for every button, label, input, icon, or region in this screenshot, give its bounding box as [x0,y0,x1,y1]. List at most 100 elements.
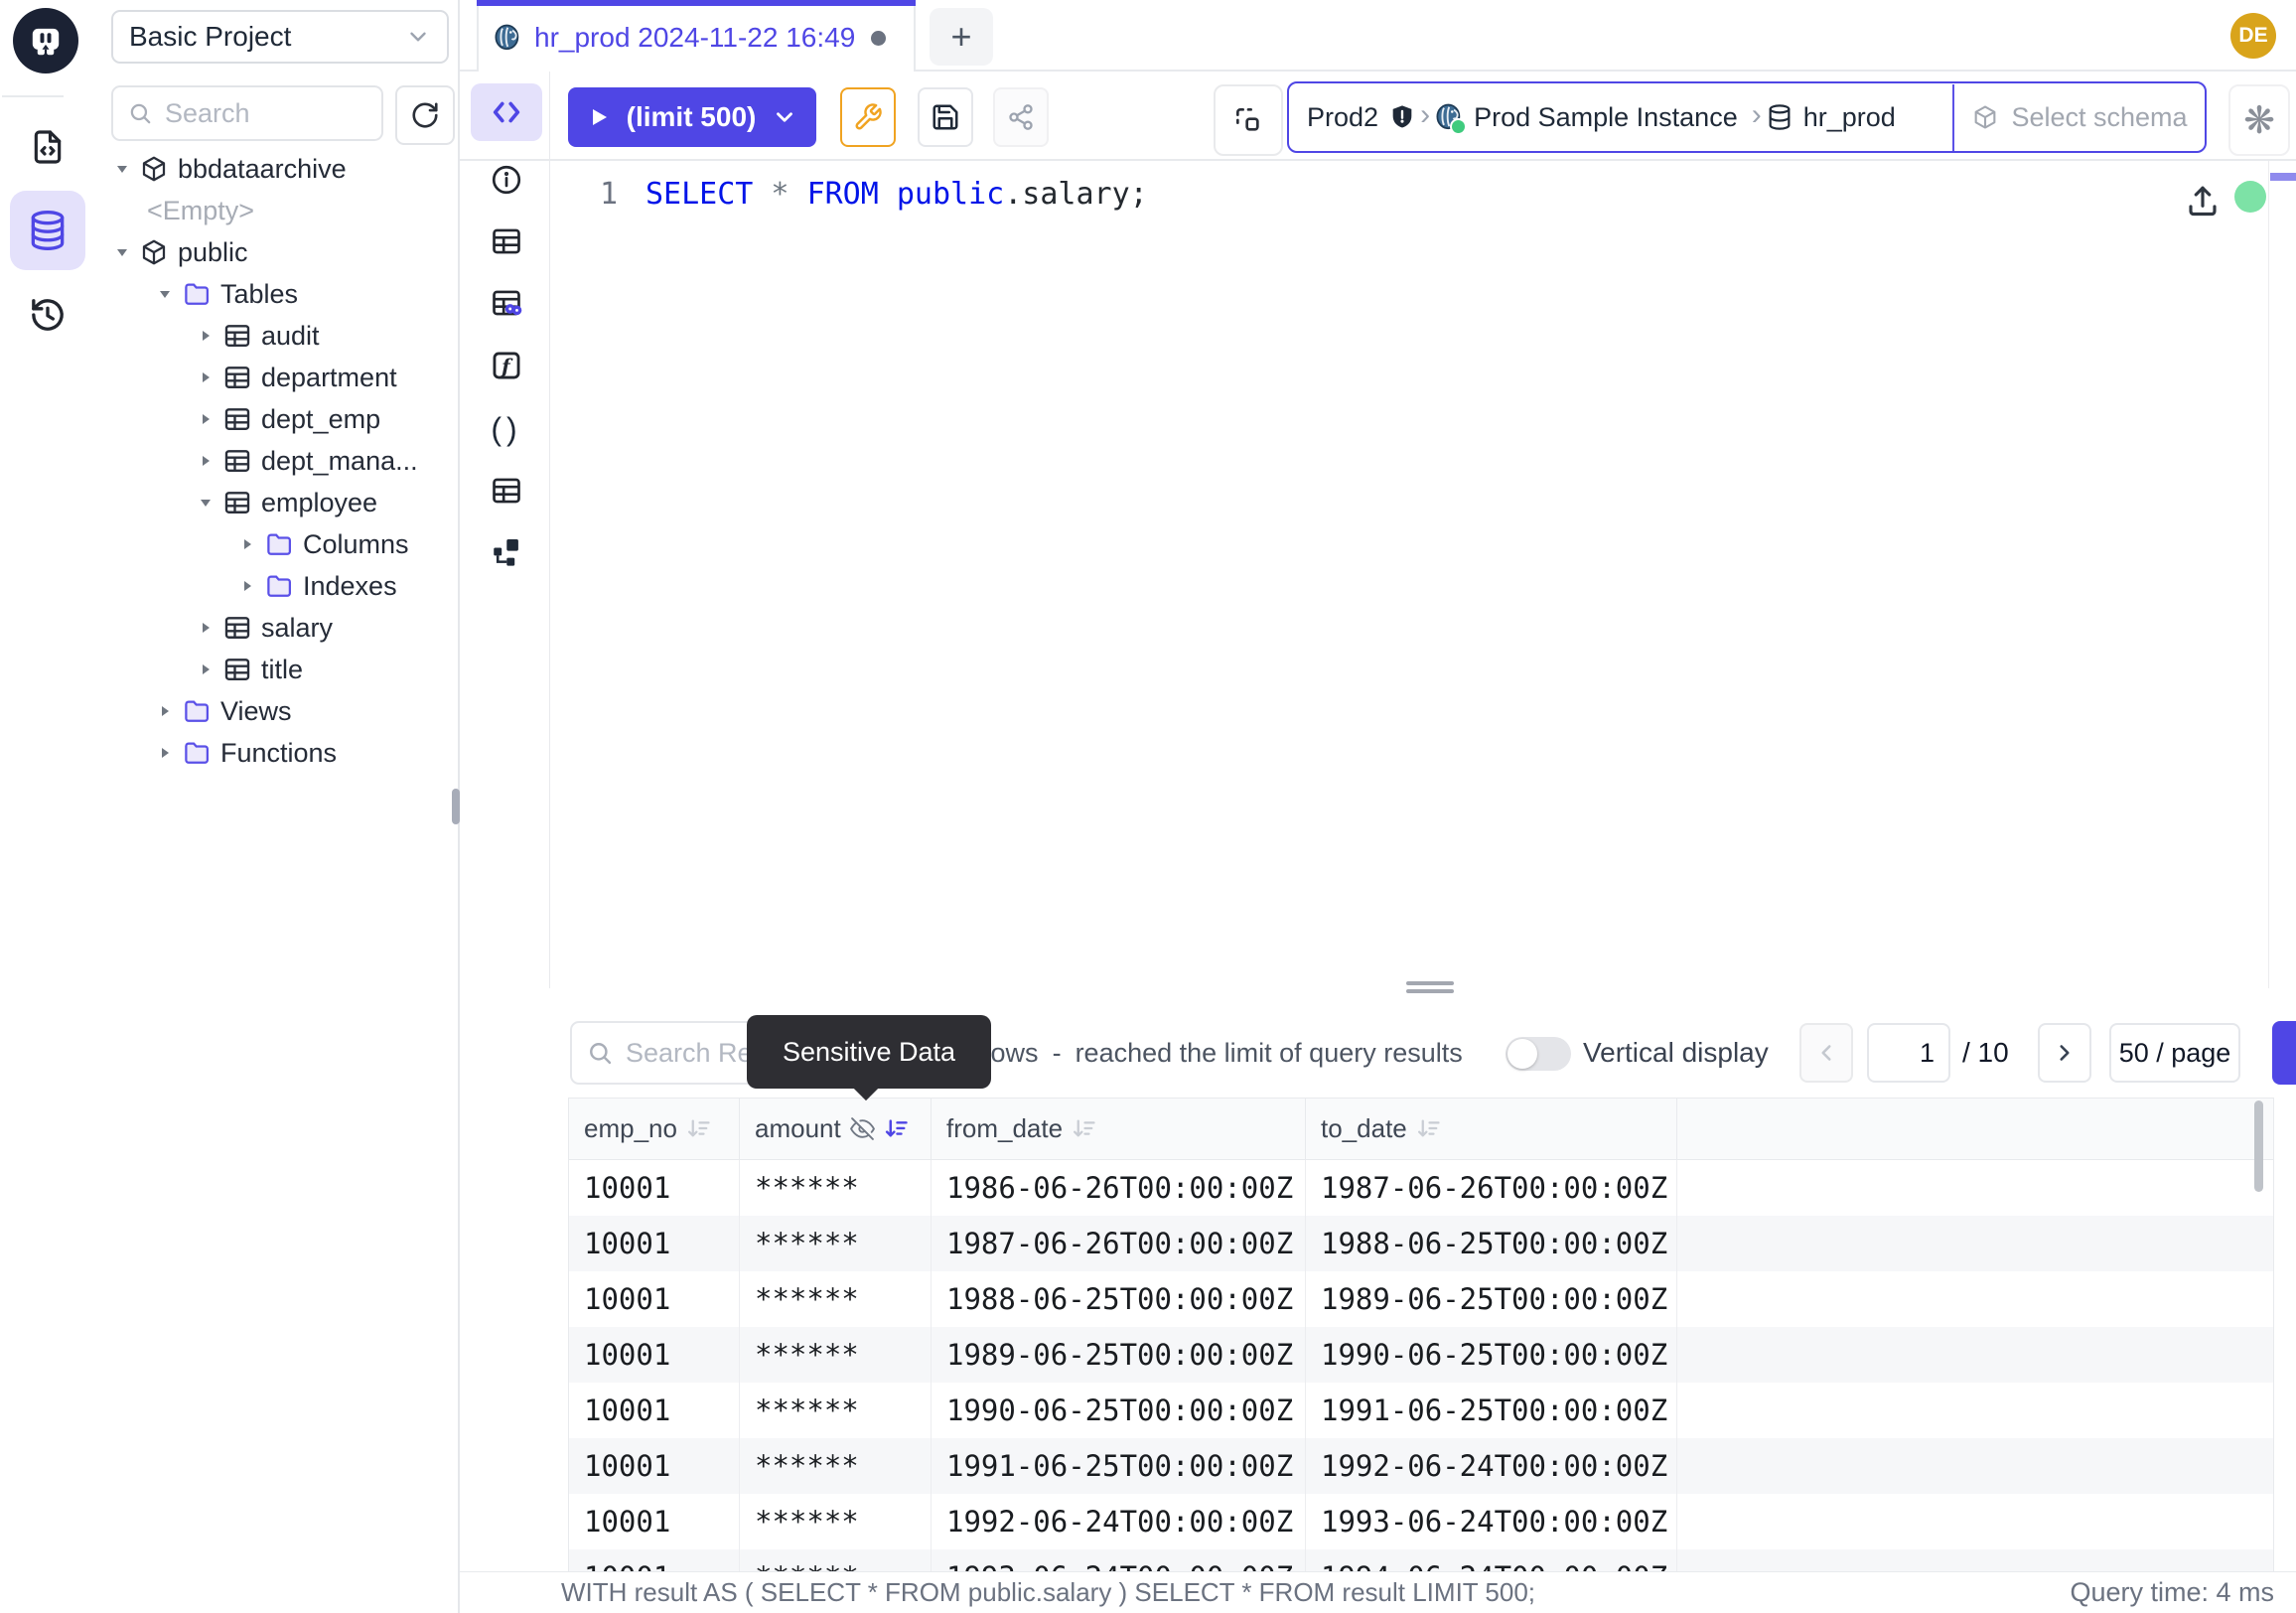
tree-item-title[interactable]: title [95,649,459,690]
save-button[interactable] [918,87,973,147]
table-row[interactable]: 10001 ****** 1990-06-25T00:00:00Z 1991-0… [569,1383,2273,1438]
code-icon [490,95,523,129]
sort-icon[interactable] [1072,1115,1098,1142]
masked-cell[interactable]: ****** [740,1438,932,1494]
sidebar-search-input[interactable] [163,97,367,130]
tree-item-department[interactable]: department [95,357,459,398]
tree-item-audit[interactable]: audit [95,315,459,357]
table-row[interactable]: 10001 ****** 1992-06-24T00:00:00Z 1993-0… [569,1494,2273,1549]
table-row[interactable]: 10001 ****** 1986-06-26T00:00:00Z 1987-0… [569,1160,2273,1216]
avatar[interactable]: DE [2230,13,2276,59]
column-header-from-date[interactable]: from_date [932,1099,1306,1159]
caret-right-icon[interactable] [195,328,216,344]
procedures-panel-button[interactable]: () [479,401,534,457]
masked-cell[interactable]: ****** [740,1383,932,1438]
sidebar-resize-handle[interactable] [452,789,460,824]
connection-breadcrumb[interactable]: Prod2 › Prod Sample Instance › hr_prod [1287,81,2207,153]
tree-item-salary[interactable]: salary [95,607,459,649]
functions-panel-button[interactable]: f [479,338,534,393]
tree-item-dept-emp[interactable]: dept_emp [95,398,459,440]
caret-right-icon[interactable] [195,411,216,427]
caret-right-icon[interactable] [195,620,216,636]
tree-item-public[interactable]: public [95,231,459,273]
tree-item-functions[interactable]: Functions [95,732,459,774]
views-panel-button[interactable] [479,463,534,518]
sort-icon[interactable] [686,1115,713,1142]
tree-item-views[interactable]: Views [95,690,459,732]
vertical-display-toggle[interactable] [1506,1037,1571,1071]
batch-query-button[interactable] [1214,84,1283,156]
tree-item-employee[interactable]: employee [95,482,459,523]
table-row[interactable]: 10001 ****** 1991-06-25T00:00:00Z 1992-0… [569,1438,2273,1494]
masked-data-button[interactable] [479,275,534,331]
sort-icon-active[interactable] [884,1115,911,1142]
schema-diagram-button[interactable] [479,524,534,580]
project-select-value: Basic Project [129,21,405,53]
export-button-partial[interactable] [2272,1021,2296,1085]
caret-right-icon[interactable] [154,703,176,719]
table-scrollbar-thumb[interactable] [2254,1100,2263,1192]
rail-divider [2,95,64,97]
bytebase-logo-icon[interactable] [13,8,78,73]
tree-item-tables[interactable]: Tables [95,273,459,315]
caret-right-icon[interactable] [154,745,176,761]
table-row[interactable]: 10001 ****** 1987-06-26T00:00:00Z 1988-0… [569,1216,2273,1271]
sort-icon[interactable] [1416,1115,1443,1142]
tree-item-bbdataarchive[interactable]: bbdataarchive [95,148,459,190]
run-query-button[interactable]: (limit 500) [568,87,816,147]
column-header-amount[interactable]: amount [740,1099,932,1159]
ai-assistant-button[interactable]: ❋ [2228,84,2290,156]
masked-cell[interactable]: ****** [740,1160,932,1216]
caret-down-icon[interactable] [111,244,133,260]
caret-down-icon[interactable] [111,161,133,177]
chevron-down-icon[interactable] [772,104,797,130]
prev-page-button[interactable] [1799,1023,1853,1083]
caret-right-icon[interactable] [236,578,258,594]
caret-right-icon[interactable] [195,453,216,469]
page-size-select[interactable]: 50 / page [2109,1023,2240,1083]
select-schema-button[interactable]: Select schema [1954,83,2205,151]
worksheet-nav-file-code-icon[interactable] [22,121,73,173]
column-header-emp-no[interactable]: emp_no [569,1099,740,1159]
caret-down-icon[interactable] [195,495,216,511]
caret-right-icon[interactable] [195,369,216,385]
masked-cell[interactable]: ****** [740,1216,932,1271]
tree-item-label: bbdataarchive [178,154,347,185]
postgresql-icon [1434,102,1464,132]
eye-off-icon[interactable] [850,1116,875,1141]
column-header-to-date[interactable]: to_date [1306,1099,1677,1159]
format-wrench-button[interactable] [840,87,896,147]
masked-cell[interactable]: ****** [740,1327,932,1383]
tab-worksheet-active[interactable]: hr_prod 2024-11-22 16:49 [477,4,916,72]
wrench-icon [853,102,883,132]
tree-item-dept-manager[interactable]: dept_mana... [95,440,459,482]
table-row[interactable]: 10001 ****** 1993-06-24T00:00:00Z 1994-0… [569,1549,2273,1571]
history-nav-icon[interactable] [22,289,73,341]
project-select[interactable]: Basic Project [111,10,449,64]
caret-down-icon[interactable] [154,286,176,302]
caret-right-icon[interactable] [195,661,216,677]
folder-icon [264,571,294,601]
table-row[interactable]: 10001 ****** 1989-06-25T00:00:00Z 1990-0… [569,1327,2273,1383]
sidebar-search[interactable] [111,85,383,141]
caret-right-icon[interactable] [236,536,258,552]
table-row[interactable]: 10001 ****** 1988-06-25T00:00:00Z 1989-0… [569,1271,2273,1327]
next-page-button[interactable] [2038,1023,2091,1083]
new-tab-button[interactable]: + [930,8,993,66]
refresh-button[interactable] [395,85,455,145]
code-view-button[interactable] [471,83,542,141]
panel-split-handle[interactable] [1406,981,1454,997]
sql-editor[interactable]: SELECT * FROM public.salary; [646,177,1148,212]
upload-icon[interactable] [2185,183,2221,219]
tables-panel-button[interactable] [479,214,534,269]
database-nav-icon[interactable] [10,191,85,270]
masked-cell[interactable]: ****** [740,1271,932,1327]
masked-cell[interactable]: ****** [740,1549,932,1571]
tree-item-columns[interactable]: Columns [95,523,459,565]
share-button[interactable] [993,87,1049,147]
tree-item-indexes[interactable]: Indexes [95,565,459,607]
masked-cell[interactable]: ****** [740,1494,932,1549]
page-total-label: / 10 [1962,1023,2009,1083]
page-number-input[interactable]: 1 [1867,1023,1950,1083]
info-button[interactable] [479,152,534,208]
